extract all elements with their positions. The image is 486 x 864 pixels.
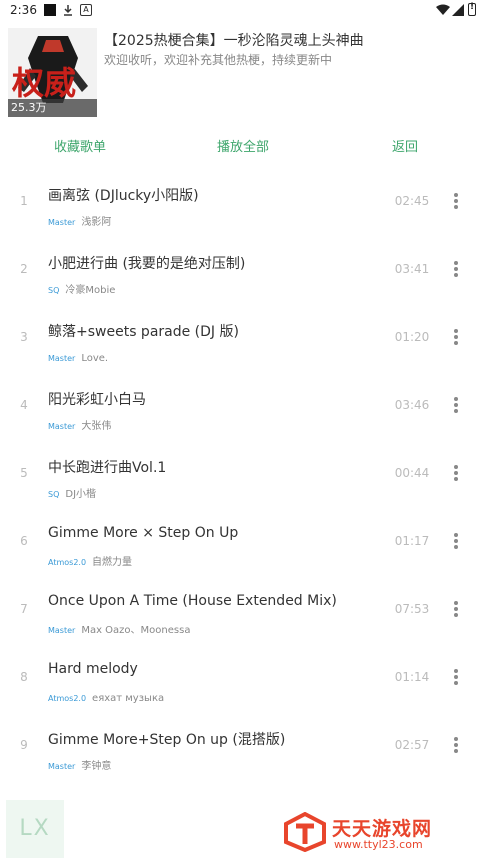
a-badge-icon: A	[80, 4, 92, 16]
quality-tag: Master	[48, 422, 76, 431]
song-row[interactable]: 8 Hard melody Atmos2.0 еяхат музыка 01:14	[0, 643, 486, 711]
song-meta: Master Love.	[48, 346, 378, 365]
song-artist: еяхат музыка	[92, 693, 165, 704]
watermark-name: 天天游戏网	[332, 818, 433, 840]
song-duration: 03:41	[394, 262, 430, 276]
song-meta: SQ 冷豪Mobie	[48, 278, 378, 297]
song-duration: 07:53	[394, 602, 430, 616]
playlist-header: 权威 25.3万 【2025热梗合集】一秒沦陷灵魂上头神曲 欢迎收听，欢迎补充其…	[0, 22, 486, 122]
quality-tag: Master	[48, 218, 76, 227]
song-title: 画离弦 (DJlucky小阳版)	[48, 188, 199, 204]
song-row[interactable]: 5 中长跑进行曲Vol.1 SQ DJ小楷 00:44	[0, 439, 486, 507]
playlist-actions: 收藏歌单 播放全部 返回	[0, 130, 486, 166]
song-row[interactable]: 3 鲸落+sweets parade (DJ 版) Master Love. 01:20	[0, 303, 486, 371]
song-meta: Atmos2.0 еяхат музыка	[48, 686, 378, 705]
song-row[interactable]: 2 小肥进行曲 (我要的是绝对压制) SQ 冷豪Mobie 03:41	[0, 235, 486, 303]
playlist-description: 欢迎收听，欢迎补充其他热梗，持续更新中	[104, 53, 333, 67]
more-options-icon[interactable]	[446, 735, 466, 755]
song-row[interactable]: 9 Gimme More+Step On up (混搭版) Master 李钟意 02:…	[0, 711, 486, 779]
download-icon	[62, 4, 74, 16]
song-title: Once Upon A Time (House Extended Mix)	[48, 593, 337, 609]
watermark-url: www.ttyl23.com	[334, 838, 423, 851]
song-artist: Max Oazo、Moonessa	[81, 625, 191, 636]
song-index: 2	[20, 262, 28, 276]
more-options-icon[interactable]	[446, 395, 466, 415]
more-options-icon[interactable]	[446, 599, 466, 619]
song-index: 4	[20, 398, 28, 412]
song-title: 阳光彩虹小白马	[48, 392, 146, 408]
song-row[interactable]: 1 画离弦 (DJlucky小阳版) Master 浅影阿 02:45	[0, 167, 486, 235]
song-duration: 03:46	[394, 398, 430, 412]
playlist-cover[interactable]: 权威 25.3万	[8, 28, 97, 117]
song-title: 中长跑进行曲Vol.1	[48, 460, 167, 476]
song-meta: Master 大张伟	[48, 414, 378, 433]
quality-tag: Master	[48, 626, 76, 635]
back-button[interactable]: 返回	[375, 130, 435, 166]
quality-tag: Master	[48, 354, 76, 363]
watermark: 天天游戏网 www.ttyl23.com	[284, 812, 474, 852]
song-meta: Master 浅影阿	[48, 210, 378, 229]
song-list: 1 画离弦 (DJlucky小阳版) Master 浅影阿 02:45 2 小肥进行曲 (我…	[0, 167, 486, 779]
playlist-title: 【2025热梗合集】一秒沦陷灵魂上头神曲	[104, 33, 364, 49]
song-meta: Atmos2.0 自燃力量	[48, 550, 378, 569]
song-duration: 02:45	[394, 194, 430, 208]
song-row[interactable]: 7 Once Upon A Time (House Extended Mix) Ma…	[0, 575, 486, 643]
battery-alert-icon	[468, 2, 476, 16]
song-title: 鲸落+sweets parade (DJ 版)	[48, 324, 239, 340]
song-row[interactable]: 6 Gimme More × Step On Up Atmos2.0 自燃力量 01:1…	[0, 507, 486, 575]
more-options-icon[interactable]	[446, 667, 466, 687]
status-time: 2:36	[10, 3, 37, 17]
status-bar: 2:36 A	[0, 0, 486, 22]
song-duration: 00:44	[394, 466, 430, 480]
wifi-icon	[436, 4, 450, 16]
collect-playlist-button[interactable]: 收藏歌单	[40, 130, 120, 166]
song-index: 7	[20, 602, 28, 616]
signal-icon	[452, 4, 464, 16]
song-index: 1	[20, 194, 28, 208]
song-artist: 冷豪Mobie	[65, 285, 116, 296]
more-options-icon[interactable]	[446, 327, 466, 347]
notification-square-icon	[44, 4, 56, 16]
song-title: Hard melody	[48, 661, 138, 677]
more-options-icon[interactable]	[446, 531, 466, 551]
quality-tag: SQ	[48, 286, 60, 295]
song-duration: 01:17	[394, 534, 430, 548]
cover-art-lettering: 权威	[11, 64, 76, 102]
quality-tag: SQ	[48, 490, 60, 499]
song-title: 小肥进行曲 (我要的是绝对压制)	[48, 256, 246, 272]
more-options-icon[interactable]	[446, 259, 466, 279]
song-title: Gimme More+Step On up (混搭版)	[48, 732, 286, 748]
watermark-logo-icon	[284, 812, 326, 852]
song-meta: SQ DJ小楷	[48, 482, 378, 501]
song-index: 5	[20, 466, 28, 480]
song-meta: Master 李钟意	[48, 754, 378, 773]
song-meta: Master Max Oazo、Moonessa	[48, 618, 378, 637]
song-duration: 02:57	[394, 738, 430, 752]
play-count-badge: 25.3万	[8, 99, 97, 117]
song-artist: 浅影阿	[81, 217, 112, 228]
song-artist: 大张伟	[81, 421, 112, 432]
play-all-button[interactable]: 播放全部	[203, 130, 283, 166]
song-artist: Love.	[81, 353, 109, 364]
song-title: Gimme More × Step On Up	[48, 525, 239, 541]
song-duration: 01:20	[394, 330, 430, 344]
song-index: 6	[20, 534, 28, 548]
song-duration: 01:14	[394, 670, 430, 684]
player-thumbnail[interactable]: LX	[6, 800, 64, 858]
more-options-icon[interactable]	[446, 191, 466, 211]
quality-tag: Atmos2.0	[48, 694, 87, 703]
song-index: 3	[20, 330, 28, 344]
song-artist: 李钟意	[81, 761, 112, 772]
song-artist: 自燃力量	[92, 557, 133, 568]
song-artist: DJ小楷	[65, 489, 97, 500]
quality-tag: Atmos2.0	[48, 558, 87, 567]
quality-tag: Master	[48, 762, 76, 771]
song-index: 9	[20, 738, 28, 752]
song-index: 8	[20, 670, 28, 684]
song-row[interactable]: 4 阳光彩虹小白马 Master 大张伟 03:46	[0, 371, 486, 439]
more-options-icon[interactable]	[446, 463, 466, 483]
